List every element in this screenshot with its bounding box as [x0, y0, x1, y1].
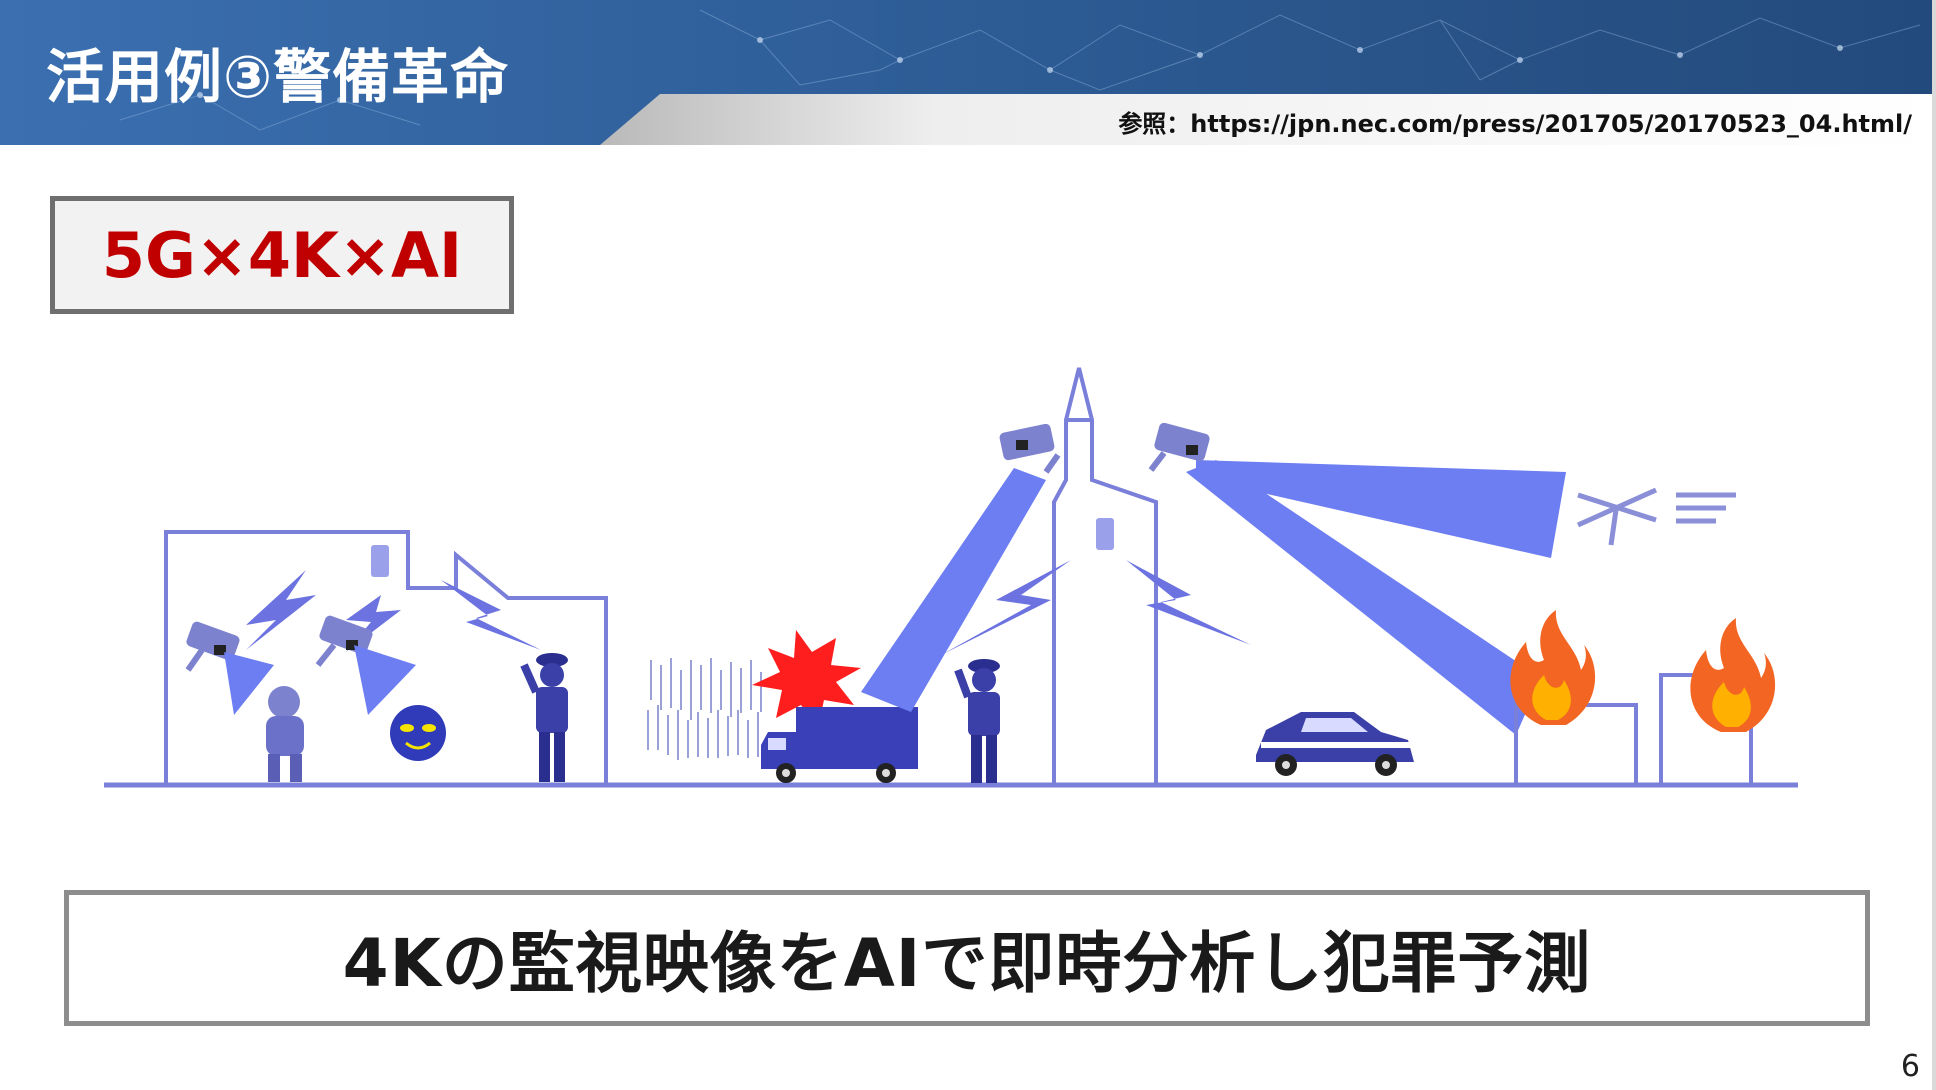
right-edge-bar [1932, 0, 1936, 1090]
slide: 活用例③警備革命 参照：https://jpn.nec.com/press/20… [0, 0, 1936, 1090]
caption-box: 4Kの監視映像をAIで即時分析し犯罪予測 [64, 890, 1870, 1026]
surveillance-camera-icon [999, 423, 1061, 474]
surveillance-camera-icon [315, 615, 416, 715]
drone-icon [1576, 487, 1736, 546]
header-band: 活用例③警備革命 参照：https://jpn.nec.com/press/20… [0, 0, 1936, 145]
surveillance-camera-icon [185, 621, 274, 715]
truck-icon [761, 707, 918, 783]
security-guard-icon [520, 653, 568, 782]
page-number: 6 [1900, 1049, 1920, 1084]
masked-thief-icon [266, 686, 304, 782]
police-car-icon [1256, 712, 1414, 776]
fire-icon [1510, 610, 1596, 725]
caption-text: 4Kの監視映像をAIで即時分析し犯罪予測 [342, 925, 1592, 1002]
security-illustration [104, 367, 1798, 788]
lightning-left [246, 570, 541, 652]
villain-face-icon [390, 705, 446, 761]
fire-icon [1690, 618, 1776, 732]
tower-icon [1052, 367, 1158, 785]
slide-title: 活用例③警備革命 [46, 43, 510, 111]
security-guard-icon [954, 659, 1000, 783]
reference-link[interactable]: 参照：https://jpn.nec.com/press/201705/2017… [1118, 104, 1912, 139]
tech-tag-box: 5G×4K×AI [50, 196, 514, 314]
crowd-icon [647, 658, 762, 760]
tech-tag-label: 5G×4K×AI [101, 218, 463, 292]
